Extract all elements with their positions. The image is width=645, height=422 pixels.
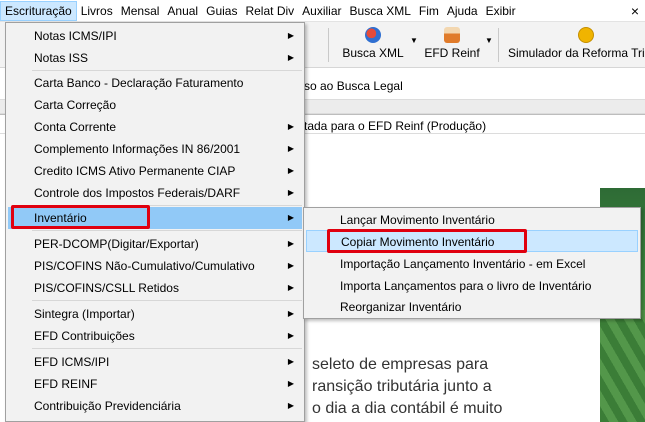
submenu-arrow-icon: ▶ [287, 53, 294, 62]
submenu-arrow-icon: ▶ [287, 401, 294, 410]
menu-mensal[interactable]: Mensal [117, 1, 164, 21]
menu-item-label: EFD REINF [34, 377, 98, 391]
menu-item-conta-corrente[interactable]: Conta Corrente ▶ [8, 116, 302, 138]
menu-item-label: Controle dos Impostos Federais/DARF [34, 186, 241, 200]
submenu-arrow-icon: ▶ [287, 283, 294, 292]
menu-item-label: Notas ICMS/IPI [34, 29, 117, 43]
toolbar-separator [498, 28, 499, 62]
menu-item-complemento-informacoes[interactable]: Complemento Informações IN 86/2001 ▶ [8, 138, 302, 160]
annotation-box-inventario [11, 205, 150, 229]
menu-item-carta-correcao[interactable]: Carta Correção [8, 94, 302, 116]
simulador-label: Simulador da Reforma Tributá [508, 46, 645, 60]
banner-image-field [600, 310, 645, 422]
submenu-arrow-icon: ▶ [287, 239, 294, 248]
menu-item-label: Carta Banco - Declaração Faturamento [34, 76, 244, 90]
menu-ajuda[interactable]: Ajuda [443, 1, 482, 21]
menu-item-label: Contribuição Previdenciária [34, 399, 181, 413]
submenu-arrow-icon: ▶ [287, 213, 294, 222]
content-line-1: seleto de empresas para [312, 356, 489, 373]
submenu-arrow-icon: ▶ [287, 122, 294, 131]
efd-reinf-status-text: tada para o EFD Reinf (Produção) [304, 119, 487, 133]
menu-bar: Escrituração Livros Mensal Anual Guias R… [0, 0, 645, 22]
submenu-arrow-icon: ▶ [287, 357, 294, 366]
busca-xml-button[interactable]: Busca XML [340, 25, 406, 65]
submenu-arrow-icon: ▶ [287, 309, 294, 318]
menu-item-label: PER-DCOMP(Digitar/Exportar) [34, 237, 199, 251]
busca-xml-icon [365, 27, 381, 43]
menu-item-label: Carta Correção [34, 98, 117, 112]
submenu-arrow-icon: ▶ [287, 144, 294, 153]
submenu-arrow-icon: ▶ [287, 379, 294, 388]
busca-xml-dropdown-icon[interactable]: ▼ [410, 36, 418, 45]
efd-reinf-label: EFD Reinf [424, 46, 480, 60]
simulador-button[interactable]: Simulador da Reforma Tributá [508, 25, 645, 65]
menu-item-label: PIS/COFINS Não-Cumulativo/Cumulativo [34, 259, 255, 273]
menu-anual[interactable]: Anual [163, 1, 202, 21]
annotation-box-copiar-movimento [327, 229, 527, 253]
menu-item-efd-reinf[interactable]: EFD REINF ▶ [8, 373, 302, 395]
menu-item-notas-iss[interactable]: Notas ISS ▶ [8, 47, 302, 69]
menu-livros[interactable]: Livros [77, 1, 117, 21]
menu-busca-xml[interactable]: Busca XML [346, 1, 415, 21]
submenu-arrow-icon: ▶ [287, 31, 294, 40]
busca-legal-text: so ao Busca Legal [304, 79, 403, 93]
menu-separator [32, 70, 302, 71]
submenu-arrow-icon: ▶ [287, 331, 294, 340]
menu-auxiliar[interactable]: Auxiliar [298, 1, 345, 21]
menu-item-label: Notas ISS [34, 51, 89, 65]
menu-item-label: EFD ICMS/IPI [34, 355, 110, 369]
menu-item-efd-icms-ipi[interactable]: EFD ICMS/IPI ▶ [8, 351, 302, 373]
menu-item-pis-cofins-csll-retidos[interactable]: PIS/COFINS/CSLL Retidos ▶ [8, 277, 302, 299]
menu-exibir[interactable]: Exibir [482, 1, 520, 21]
menu-item-controle-impostos-darf[interactable]: Controle dos Impostos Federais/DARF ▶ [8, 182, 302, 204]
menu-guias[interactable]: Guias [202, 1, 241, 21]
menu-item-credito-icms-ciap[interactable]: Credito ICMS Ativo Permanente CIAP ▶ [8, 160, 302, 182]
efd-reinf-icon [444, 27, 460, 43]
menu-item-sintegra-importar[interactable]: Sintegra (Importar) ▶ [8, 303, 302, 325]
busca-xml-label: Busca XML [342, 46, 404, 60]
menu-separator [32, 348, 302, 349]
menu-item-pis-cofins-nao-cumulativo[interactable]: PIS/COFINS Não-Cumulativo/Cumulativo ▶ [8, 255, 302, 277]
menu-item-label: Credito ICMS Ativo Permanente CIAP [34, 164, 236, 178]
submenu-item-lancar-movimento[interactable]: Lançar Movimento Inventário [306, 209, 638, 231]
close-icon[interactable]: × [631, 2, 639, 20]
submenu-arrow-icon: ▶ [287, 166, 294, 175]
submenu-arrow-icon: ▶ [287, 188, 294, 197]
content-line-2: ransição tributária junto a [312, 378, 492, 395]
submenu-item-reorganizar[interactable]: Reorganizar Inventário [306, 296, 638, 318]
inventario-submenu: Lançar Movimento Inventário Copiar Movim… [303, 207, 641, 319]
coin-icon [578, 27, 594, 43]
toolbar-separator [328, 28, 329, 62]
menu-item-label: Complemento Informações IN 86/2001 [34, 142, 241, 156]
efd-reinf-dropdown-icon[interactable]: ▼ [485, 36, 493, 45]
menu-item-carta-banco[interactable]: Carta Banco - Declaração Faturamento [8, 72, 302, 94]
menu-item-per-dcomp[interactable]: PER-DCOMP(Digitar/Exportar) ▶ [8, 233, 302, 255]
menu-escrituracao[interactable]: Escrituração [0, 0, 77, 21]
submenu-item-importa-livro[interactable]: Importa Lançamentos para o livro de Inve… [306, 275, 638, 297]
menu-item-label: PIS/COFINS/CSLL Retidos [34, 281, 179, 295]
menu-item-notas-icms-ipi[interactable]: Notas ICMS/IPI ▶ [8, 25, 302, 47]
menu-item-label: EFD Contribuições [34, 329, 135, 343]
submenu-item-importacao-excel[interactable]: Importação Lançamento Inventário - em Ex… [306, 253, 638, 275]
menu-relat-div[interactable]: Relat Div [241, 1, 298, 21]
menu-item-efd-contribuicoes[interactable]: EFD Contribuições ▶ [8, 325, 302, 347]
submenu-arrow-icon: ▶ [287, 261, 294, 270]
menu-fim[interactable]: Fim [415, 1, 443, 21]
menu-separator [32, 230, 302, 231]
menu-item-label: Sintegra (Importar) [34, 307, 135, 321]
content-line-3: o dia a dia contábil é muito [312, 400, 503, 417]
menu-item-contribuicao-previdenciaria[interactable]: Contribuição Previdenciária ▶ [8, 395, 302, 417]
efd-reinf-button[interactable]: EFD Reinf [424, 25, 480, 65]
menu-item-label: Conta Corrente [34, 120, 117, 134]
menu-separator [32, 300, 302, 301]
